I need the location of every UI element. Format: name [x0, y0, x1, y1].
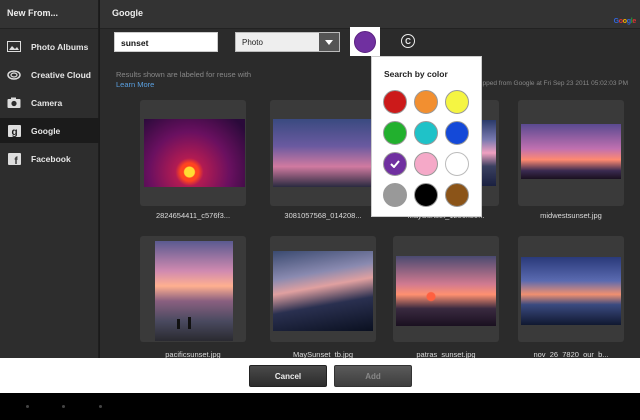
color-swatch[interactable]	[414, 183, 438, 207]
thumbnail-label: 3081057568_014208...	[284, 211, 362, 220]
thumbnail-label: 2824654411_c576f3...	[155, 211, 231, 220]
selected-color-swatch	[354, 30, 376, 53]
thumbnail-image	[521, 124, 621, 179]
color-swatch[interactable]	[414, 121, 438, 145]
sidebar-title: New From...	[0, 0, 98, 29]
sidebar-item-label: Camera	[31, 97, 63, 108]
main-panel: Google Google sunset Photo C Results sho…	[100, 0, 640, 358]
sidebar-item-label: Photo Albums	[31, 41, 89, 52]
system-dot	[62, 405, 65, 408]
sidebar-item-camera[interactable]: Camera	[0, 90, 99, 115]
usage-rights-icon[interactable]: C	[401, 34, 415, 48]
thumbnail-image	[273, 251, 373, 331]
thumbnail-label: midwestsunset.jpg	[540, 211, 602, 220]
thumbnail-label: pacificsunset.jpg	[165, 350, 221, 358]
image-thumbnail[interactable]	[518, 100, 624, 206]
page-title-bar: Google Google	[100, 0, 640, 29]
sidebar-item-google[interactable]: g Google	[0, 118, 99, 143]
color-swatch[interactable]	[414, 90, 438, 114]
facebook-icon: f	[7, 152, 21, 165]
sidebar-item-facebook[interactable]: f Facebook	[0, 146, 99, 171]
google-icon: g	[7, 124, 21, 137]
thumbnail-label: nov_26_7820_our_b...	[533, 350, 609, 358]
results-note: Results shown are labeled for reuse with	[116, 70, 252, 79]
popup-title: Search by color	[384, 69, 448, 79]
clipped-note: Clipped from Google at Fri Sep 23 2011 0…	[474, 80, 628, 87]
thumbnail-image	[155, 241, 233, 341]
cancel-button[interactable]: Cancel	[249, 365, 327, 387]
sidebar-item-label: Creative Cloud	[31, 69, 91, 80]
search-input[interactable]: sunset	[114, 32, 218, 52]
color-swatch[interactable]	[383, 152, 407, 176]
sidebar-item-creative-cloud[interactable]: Creative Cloud	[0, 62, 99, 87]
sidebar: New From... Photo Albums Creative Cloud …	[0, 0, 99, 358]
type-select[interactable]: Photo	[235, 32, 340, 52]
color-swatch[interactable]	[383, 90, 407, 114]
checkmark-icon	[390, 155, 400, 173]
google-logo: Google	[613, 18, 637, 25]
creative-cloud-icon	[7, 69, 21, 81]
svg-text:g: g	[11, 127, 17, 137]
color-swatch[interactable]	[445, 90, 469, 114]
color-swatch[interactable]	[445, 152, 469, 176]
color-swatch[interactable]	[383, 121, 407, 145]
chevron-down-icon[interactable]	[319, 33, 339, 51]
color-picker-popup: Search by color	[371, 56, 482, 217]
thumbnail-image	[273, 119, 373, 187]
image-thumbnail[interactable]	[140, 100, 246, 206]
color-filter-button[interactable]	[350, 27, 380, 56]
add-button[interactable]: Add	[334, 365, 412, 387]
image-thumbnail[interactable]	[518, 236, 624, 342]
sidebar-item-label: Google	[31, 125, 61, 136]
sidebar-item-label: Facebook	[31, 153, 71, 164]
photo-albums-icon	[7, 41, 21, 53]
thumbnail-image	[396, 256, 496, 326]
system-bar	[0, 393, 640, 420]
image-thumbnail[interactable]	[140, 236, 246, 342]
page-title: Google	[112, 8, 143, 18]
learn-more-link[interactable]: Learn More	[116, 80, 154, 89]
sidebar-item-photo-albums[interactable]: Photo Albums	[0, 34, 99, 59]
type-select-value: Photo	[242, 38, 263, 47]
thumbnail-label: patras_sunset.jpg	[416, 350, 476, 358]
thumbnail-label: MaySunset_tb.jpg	[292, 350, 354, 358]
thumbnail-image	[144, 119, 245, 187]
system-dot	[26, 405, 29, 408]
thumbnail-image	[521, 257, 621, 325]
color-swatch[interactable]	[445, 183, 469, 207]
image-thumbnail[interactable]	[270, 100, 376, 206]
color-swatch[interactable]	[383, 183, 407, 207]
image-thumbnail[interactable]	[270, 236, 376, 342]
color-swatch[interactable]	[445, 121, 469, 145]
system-dot	[99, 405, 102, 408]
footer: Cancel Add	[0, 358, 640, 393]
camera-icon	[7, 97, 21, 109]
image-thumbnail[interactable]	[393, 236, 499, 342]
color-swatch[interactable]	[414, 152, 438, 176]
